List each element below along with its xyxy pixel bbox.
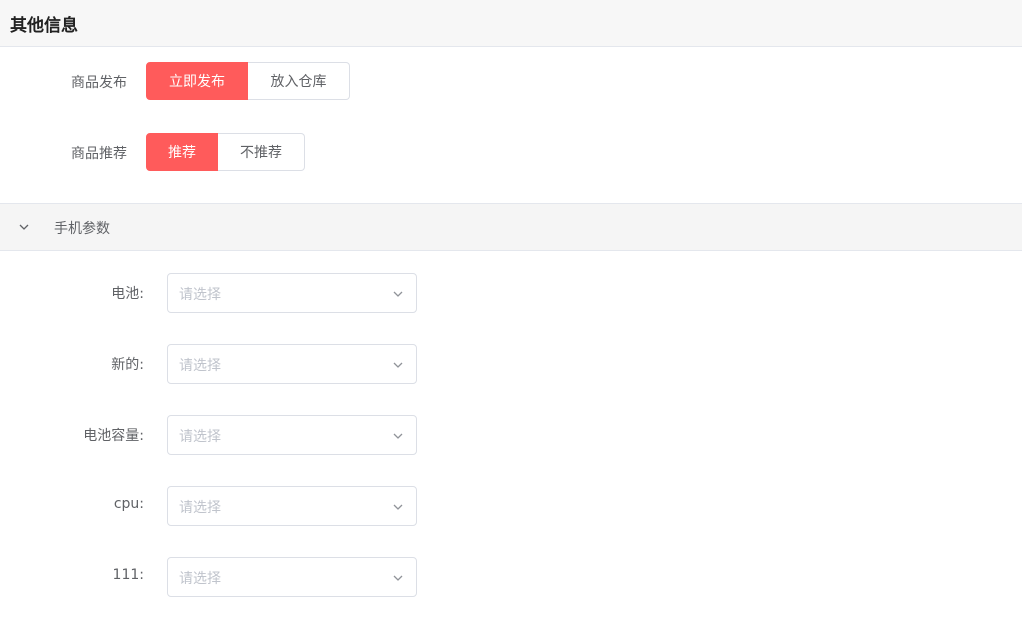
chevron-down-icon (393, 504, 403, 510)
select-placeholder: 请选择 (179, 500, 221, 516)
publish-label: 商品发布 (71, 75, 127, 91)
field-111-select[interactable]: 请选择 (167, 557, 417, 597)
phone-params-title: 手机参数 (54, 221, 110, 237)
section-header: 其他信息 (0, 0, 1022, 47)
chevron-down-icon (393, 291, 403, 297)
chevron-down-icon (393, 575, 403, 581)
select-placeholder: 请选择 (179, 571, 221, 587)
phone-params-collapse-header[interactable]: 手机参数 (0, 203, 1022, 251)
field-label-new: 新的: (111, 357, 144, 373)
put-in-warehouse-button[interactable]: 放入仓库 (248, 62, 350, 100)
chevron-down-icon (393, 433, 403, 439)
field-label-111: 111: (112, 567, 144, 583)
field-label-cpu: cpu: (113, 496, 144, 512)
battery-select[interactable]: 请选择 (167, 273, 417, 313)
battery-capacity-select[interactable]: 请选择 (167, 415, 417, 455)
field-label-battery: 电池: (111, 286, 144, 302)
recommend-radio-group: 推荐 不推荐 (146, 133, 305, 171)
new-select[interactable]: 请选择 (167, 344, 417, 384)
select-placeholder: 请选择 (179, 429, 221, 445)
cpu-select[interactable]: 请选择 (167, 486, 417, 526)
chevron-down-icon (393, 362, 403, 368)
chevron-down-icon (19, 224, 29, 230)
select-placeholder: 请选择 (179, 358, 221, 374)
not-recommend-button[interactable]: 不推荐 (218, 133, 305, 171)
recommend-label: 商品推荐 (71, 146, 127, 162)
publish-now-button[interactable]: 立即发布 (146, 62, 248, 100)
publish-radio-group: 立即发布 放入仓库 (146, 62, 350, 100)
field-label-battery-capacity: 电池容量: (83, 428, 144, 444)
recommend-button[interactable]: 推荐 (146, 133, 218, 171)
section-title: 其他信息 (10, 16, 78, 36)
select-placeholder: 请选择 (179, 287, 221, 303)
